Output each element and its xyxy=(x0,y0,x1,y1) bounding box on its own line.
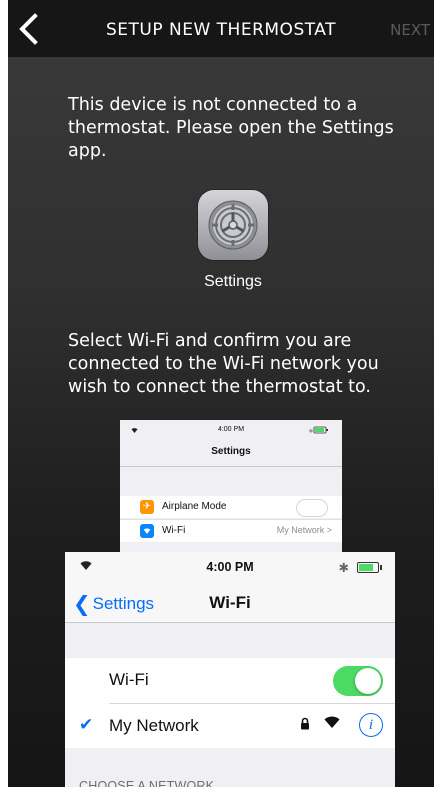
lock-icon xyxy=(300,717,310,735)
wifi-settings-group: Wi-Fi ✔ My Network i xyxy=(65,658,395,748)
choose-network-header: CHOOSE A NETWORK xyxy=(79,779,215,787)
status-bar: 4:00 PM ✱ xyxy=(65,560,395,576)
wifi-toggle-row: Wi-Fi xyxy=(65,658,395,702)
network-info-button: i xyxy=(359,713,383,737)
settings-title: Settings xyxy=(211,446,251,457)
setup-screen: SETUP NEW THERMOSTAT NEXT This device is… xyxy=(8,0,434,787)
wifi-label: Wi-Fi xyxy=(162,525,186,536)
connected-network-row: ✔ My Network i xyxy=(65,704,395,748)
settings-screenshot-preview: 4:00 PM ∗ Settings ✈ Airplane Mode Wi-Fi… xyxy=(120,420,342,560)
battery-icon xyxy=(357,562,382,573)
wifi-icon xyxy=(140,524,154,538)
wifi-page-title: Wi-Fi xyxy=(209,593,251,612)
battery-icon: ∗ xyxy=(308,426,330,436)
wifi-network-value: My Network > xyxy=(276,525,332,535)
network-name: My Network xyxy=(109,716,199,735)
settings-app-icon xyxy=(198,190,268,260)
page-title: SETUP NEW THERMOSTAT xyxy=(105,20,336,40)
divider xyxy=(120,466,342,467)
airplane-icon: ✈ xyxy=(140,500,154,514)
bluetooth-icon: ✱ xyxy=(338,561,349,575)
wifi-row-label: Wi-Fi xyxy=(109,670,149,689)
wifi-screenshot-preview: 4:00 PM ✱ ❮ Settings Wi-Fi Wi-Fi ✔ My Net… xyxy=(65,552,395,787)
settings-app-label: Settings xyxy=(204,273,262,290)
airplane-mode-toggle xyxy=(296,499,328,517)
wifi-toggle xyxy=(333,666,383,696)
airplane-mode-label: Airplane Mode xyxy=(162,501,227,512)
airplane-mode-row: ✈ Airplane Mode xyxy=(120,496,342,518)
wifi-settings-row: Wi-Fi My Network > xyxy=(120,519,342,542)
ios-navigation-bar: 4:00 PM ✱ ❮ Settings Wi-Fi xyxy=(65,552,395,623)
svg-text:∗: ∗ xyxy=(308,428,314,434)
checkmark-icon: ✔ xyxy=(79,715,94,734)
top-navigation-bar: SETUP NEW THERMOSTAT NEXT xyxy=(8,0,434,57)
instruction-select-wifi: Select Wi-Fi and confirm you are connect… xyxy=(68,331,379,397)
wifi-strength-icon xyxy=(323,714,341,735)
next-button[interactable]: NEXT xyxy=(390,21,430,39)
status-bar: 4:00 PM ∗ xyxy=(120,426,342,438)
instruction-open-settings: This device is not connected to a thermo… xyxy=(68,95,394,161)
